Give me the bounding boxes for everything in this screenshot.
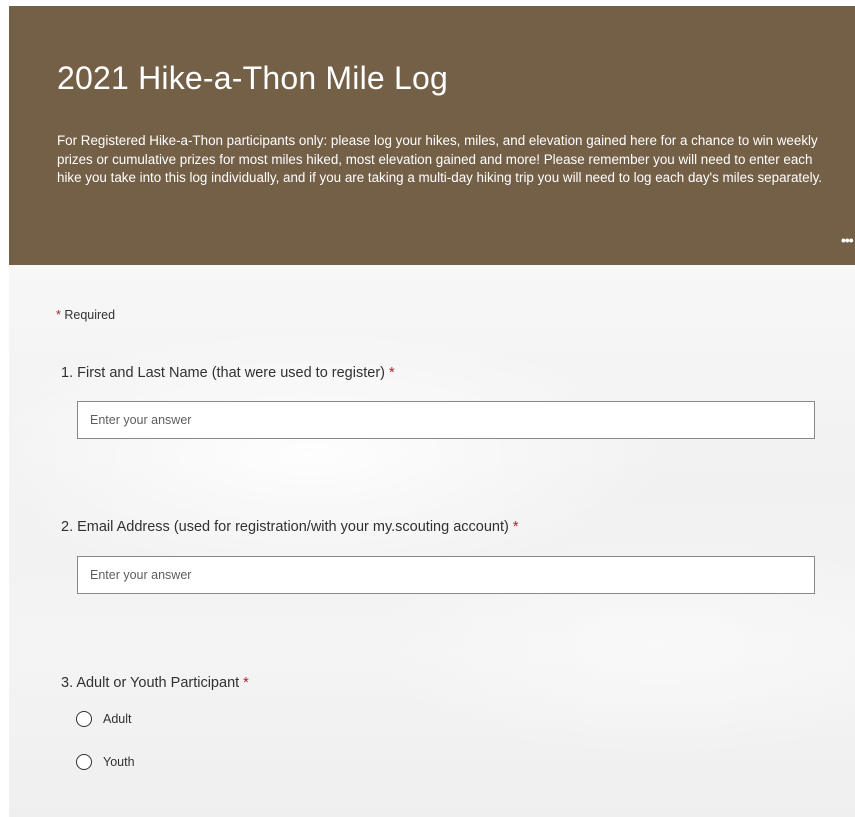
- required-label: Required: [64, 308, 116, 322]
- choice-adult[interactable]: Adult: [76, 709, 132, 729]
- question-2-label: 2. Email Address (used for registration/…: [61, 519, 509, 535]
- radio-youth[interactable]: [76, 754, 92, 770]
- form-description: For Registered Hike-a-Thon participants …: [57, 133, 822, 185]
- question-1-title: 1. First and Last Name (that were used t…: [61, 365, 841, 381]
- more-dots-icon[interactable]: •••: [841, 233, 855, 247]
- question-3: 3. Adult or Youth Participant * Adult You…: [61, 675, 841, 770]
- question-2-required-star: *: [512, 519, 519, 535]
- question-3-required-star: *: [243, 675, 249, 691]
- question-1-label: 1. First and Last Name (that were used t…: [61, 365, 385, 381]
- question-2-title: 2. Email Address (used for registration/…: [61, 519, 841, 535]
- choice-youth-label: Youth: [103, 755, 135, 769]
- choice-adult-label: Adult: [103, 712, 132, 726]
- form-header: 2021 Hike-a-Thon Mile Log For Registered…: [9, 6, 855, 265]
- choice-youth[interactable]: Youth: [76, 752, 135, 772]
- radio-adult[interactable]: [76, 711, 92, 727]
- form-page: 2021 Hike-a-Thon Mile Log For Registered…: [9, 6, 855, 817]
- question-2: 2. Email Address (used for registration/…: [61, 519, 841, 594]
- question-3-label: 3. Adult or Youth Participant: [61, 675, 240, 691]
- required-star: *: [56, 308, 61, 322]
- name-answer-input[interactable]: [77, 401, 815, 439]
- form-title: 2021 Hike-a-Thon Mile Log: [57, 60, 448, 96]
- email-answer-input[interactable]: [77, 556, 815, 594]
- form-body: * Required 1. First and Last Name (that …: [9, 265, 855, 817]
- question-3-title: 3. Adult or Youth Participant *: [61, 675, 841, 691]
- required-note: * Required: [56, 308, 115, 322]
- question-1-required-star: *: [388, 365, 395, 381]
- question-1: 1. First and Last Name (that were used t…: [61, 365, 841, 439]
